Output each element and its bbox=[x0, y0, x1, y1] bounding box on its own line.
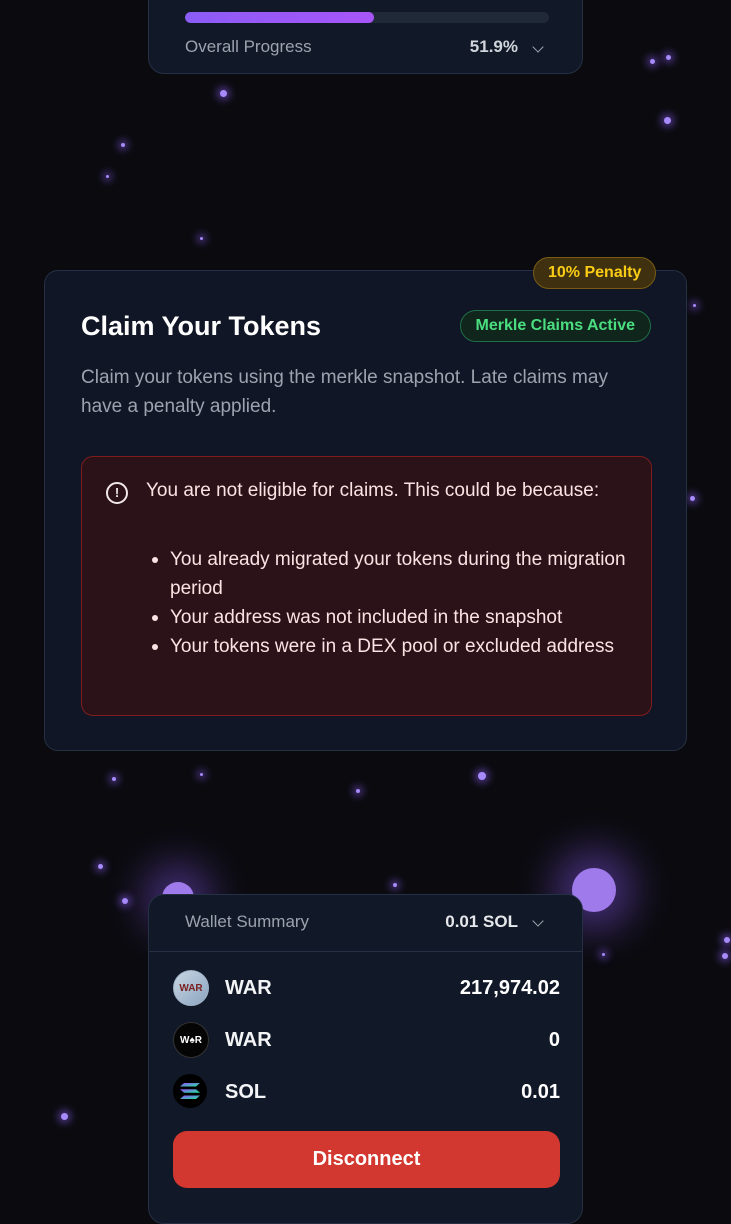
alert-reason: You already migrated your tokens during … bbox=[152, 545, 630, 603]
claim-title: Claim Your Tokens bbox=[81, 311, 322, 341]
background-star bbox=[356, 789, 360, 793]
background-star bbox=[666, 55, 671, 60]
claim-card: Claim Your Tokens Merkle Claims Active C… bbox=[44, 270, 687, 751]
token-symbol: SOL bbox=[225, 1081, 267, 1103]
claim-description: Claim your tokens using the merkle snaps… bbox=[81, 367, 608, 417]
background-star bbox=[61, 1113, 68, 1120]
background-star bbox=[112, 777, 116, 781]
background-star bbox=[121, 143, 125, 147]
progress-bar-fill bbox=[185, 12, 374, 23]
background-star bbox=[650, 59, 655, 64]
token-symbol: WAR bbox=[225, 1029, 272, 1051]
background-star bbox=[478, 772, 486, 780]
token-amount: 0.01 bbox=[521, 1081, 560, 1103]
penalty-badge: 10% Penalty bbox=[533, 257, 657, 289]
token-symbol: WAR bbox=[225, 977, 272, 999]
token-row: W♠R WAR 0 bbox=[173, 1022, 560, 1058]
background-star bbox=[724, 937, 730, 943]
background-star bbox=[722, 953, 728, 959]
progress-bar bbox=[185, 12, 549, 23]
background-star bbox=[200, 773, 203, 776]
progress-value[interactable]: 51.9% bbox=[470, 37, 518, 57]
alert-reason: Your address was not included in the sna… bbox=[152, 603, 630, 632]
disconnect-button[interactable]: Disconnect bbox=[173, 1131, 560, 1188]
token-amount: 0 bbox=[548, 1029, 560, 1051]
progress-label: Overall Progress bbox=[185, 37, 312, 56]
background-star bbox=[693, 304, 696, 307]
progress-card: Overall Progress 51.9% bbox=[148, 0, 583, 74]
wallet-summary-header[interactable]: Wallet Summary 0.01 SOL bbox=[149, 895, 582, 952]
chevron-down-icon[interactable] bbox=[532, 41, 544, 53]
background-star bbox=[98, 864, 103, 869]
alert-message: You are not eligible for claims. This co… bbox=[146, 480, 600, 501]
background-star bbox=[602, 953, 605, 956]
wallet-total-balance: 0.01 SOL bbox=[445, 912, 518, 931]
background-star bbox=[690, 496, 695, 501]
background-star bbox=[664, 117, 671, 124]
token-row: SOL 0.01 bbox=[173, 1074, 560, 1110]
solana-icon bbox=[173, 1074, 207, 1108]
chevron-down-icon[interactable] bbox=[532, 915, 544, 927]
token-row: WAR WAR 217,974.02 bbox=[173, 970, 560, 1006]
ineligible-alert: ! You are not eligible for claims. This … bbox=[81, 456, 652, 716]
alert-circle-icon: ! bbox=[106, 482, 128, 504]
background-star bbox=[393, 883, 397, 887]
war-token-icon: W♠R bbox=[173, 1022, 209, 1058]
wallet-summary-title: Wallet Summary bbox=[185, 912, 310, 931]
war-token-icon: WAR bbox=[173, 970, 209, 1006]
wallet-summary-card: Wallet Summary 0.01 SOL WAR WAR 217,974.… bbox=[148, 894, 583, 1224]
background-star bbox=[200, 237, 203, 240]
alert-reasons-list: You already migrated your tokens during … bbox=[152, 545, 630, 661]
background-star bbox=[122, 898, 128, 904]
token-amount: 217,974.02 bbox=[459, 977, 560, 999]
alert-reason: Your tokens were in a DEX pool or exclud… bbox=[152, 632, 630, 661]
background-star bbox=[220, 90, 227, 97]
merkle-status-badge: Merkle Claims Active bbox=[459, 310, 651, 342]
background-star bbox=[106, 175, 109, 178]
solana-logo-icon bbox=[180, 1083, 200, 1099]
